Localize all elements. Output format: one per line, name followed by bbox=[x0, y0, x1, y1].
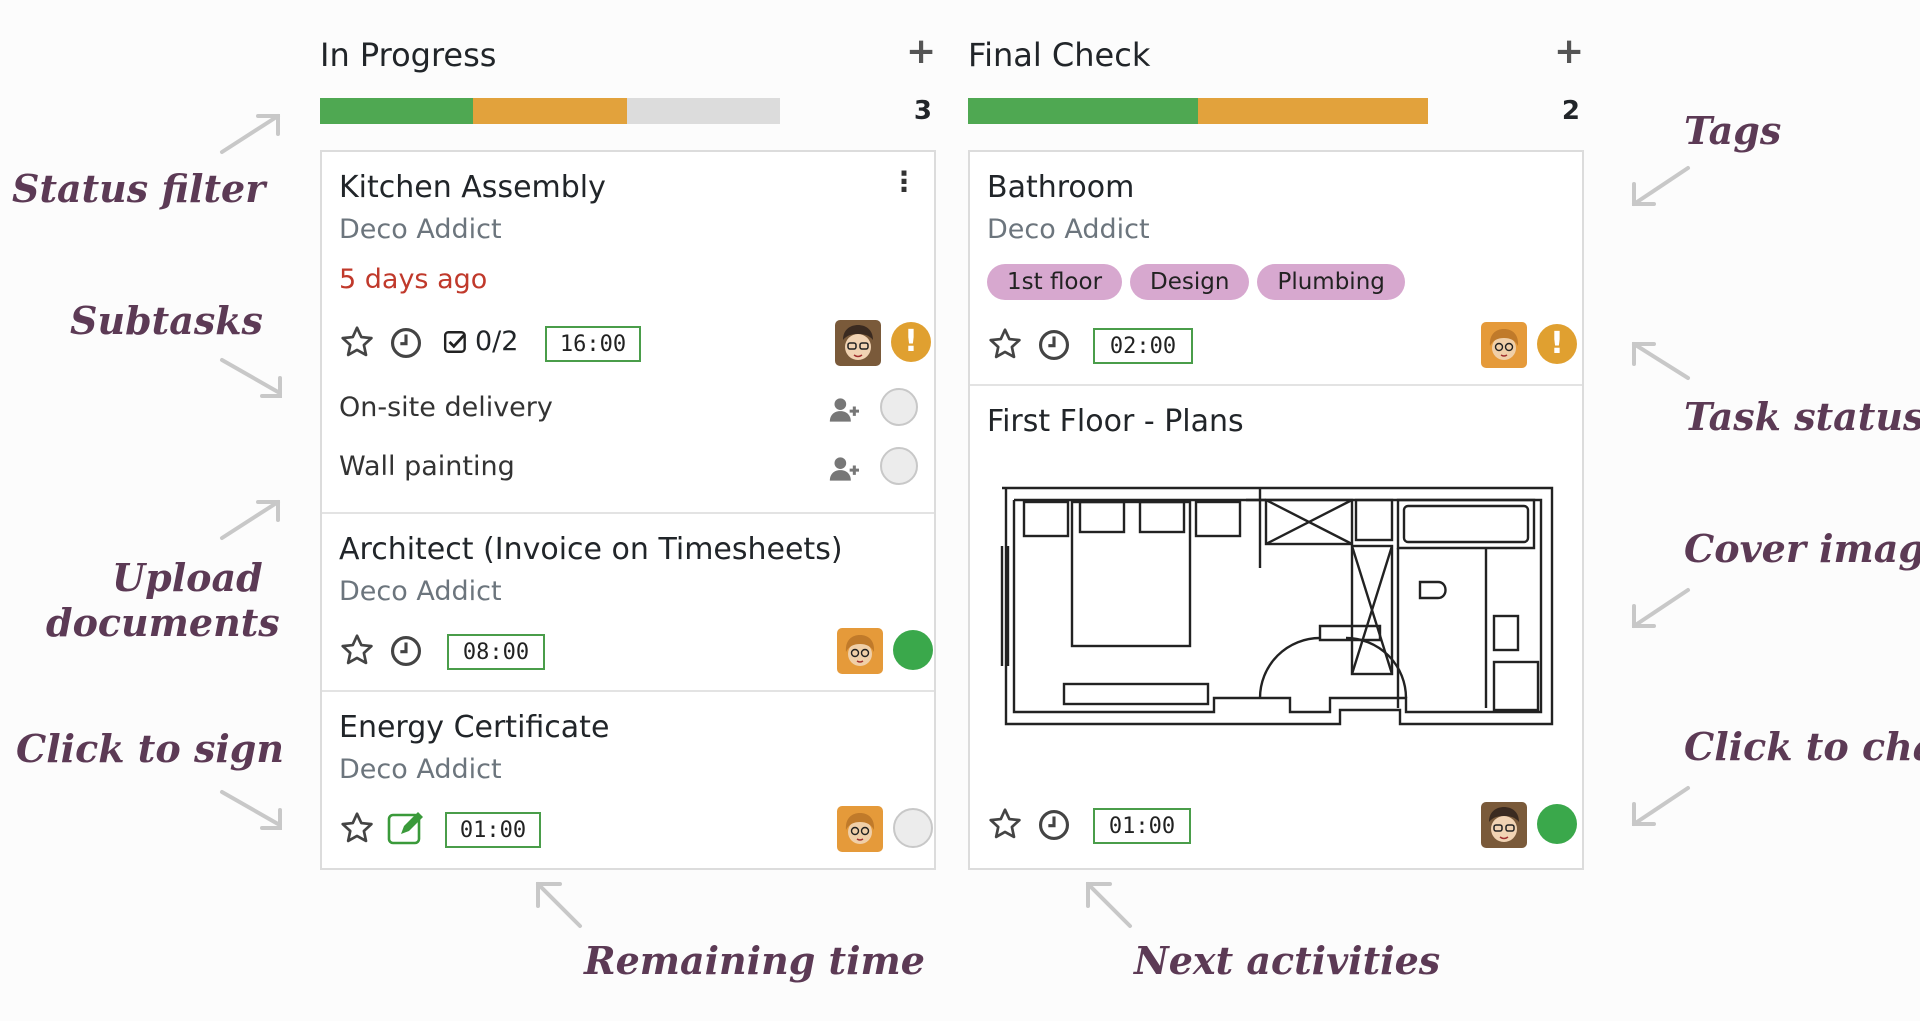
status-done-icon[interactable] bbox=[893, 630, 933, 670]
arrow-icon bbox=[1632, 786, 1690, 826]
tag[interactable]: 1st floor bbox=[987, 264, 1123, 300]
status-filter-done[interactable] bbox=[320, 98, 474, 124]
card-title: Energy Certificate bbox=[339, 710, 610, 745]
arrow-icon bbox=[1632, 342, 1690, 380]
card-footer: 02:00 ! bbox=[987, 326, 1577, 366]
tag[interactable]: Plumbing bbox=[1257, 264, 1405, 300]
remaining-time[interactable]: 01:00 bbox=[1093, 808, 1191, 844]
annotation-tags: Tags bbox=[1684, 108, 1782, 153]
status-filter-bar[interactable] bbox=[320, 98, 780, 124]
add-user-icon[interactable] bbox=[828, 396, 862, 424]
arrow-icon bbox=[220, 358, 282, 398]
card-title: Bathroom bbox=[987, 170, 1135, 205]
annotation-task-status: Task status bbox=[1684, 394, 1920, 439]
arrow-icon bbox=[220, 790, 282, 830]
arrow-icon bbox=[1632, 166, 1690, 206]
tag-list: 1st floor Design Plumbing bbox=[987, 264, 1405, 300]
arrow-icon bbox=[220, 500, 280, 540]
card-footer: 0/2 16:00 ! bbox=[339, 324, 931, 364]
star-icon[interactable] bbox=[987, 806, 1023, 842]
status-normal-icon[interactable] bbox=[893, 808, 933, 848]
remaining-time[interactable]: 16:00 bbox=[545, 326, 641, 362]
subtask-status[interactable] bbox=[880, 388, 918, 426]
annotation-status-filter: Status filter bbox=[12, 166, 266, 211]
kebab-menu-icon[interactable]: ⋮ bbox=[890, 168, 918, 196]
annotation-click-to-chat: Click to chat bbox=[1684, 724, 1920, 769]
card-list: Bathroom Deco Addict 1st floor Design Pl… bbox=[968, 150, 1584, 870]
avatar[interactable] bbox=[1481, 802, 1527, 848]
card-footer: 01:00 bbox=[339, 810, 933, 850]
remaining-time[interactable]: 08:00 bbox=[447, 634, 545, 670]
arrow-icon bbox=[220, 114, 280, 154]
subtask-item[interactable]: Wall painting bbox=[339, 447, 918, 491]
card-deadline: 5 days ago bbox=[339, 264, 488, 295]
sign-icon[interactable] bbox=[387, 810, 427, 846]
cover-image[interactable] bbox=[1000, 486, 1556, 734]
card-list: Kitchen Assembly ⋮ Deco Addict 5 days ag… bbox=[320, 150, 936, 870]
star-icon[interactable] bbox=[339, 632, 375, 668]
column-title: In Progress bbox=[320, 36, 497, 74]
column-count: 3 bbox=[913, 96, 932, 126]
subtask-count-label: 0/2 bbox=[475, 326, 519, 357]
task-card[interactable]: Energy Certificate Deco Addict 01:00 bbox=[322, 692, 934, 868]
subtask-label: Wall painting bbox=[339, 451, 515, 482]
annotation-remaining-time: Remaining time bbox=[584, 938, 925, 983]
subtask-label: On-site delivery bbox=[339, 392, 553, 423]
card-customer: Deco Addict bbox=[339, 576, 502, 607]
subtask-status[interactable] bbox=[880, 447, 918, 485]
status-filter-warning[interactable] bbox=[473, 98, 627, 124]
clock-icon[interactable] bbox=[389, 634, 423, 668]
status-filter-warning[interactable] bbox=[1198, 98, 1428, 124]
card-customer: Deco Addict bbox=[987, 214, 1150, 245]
arrow-icon bbox=[1086, 882, 1132, 928]
annotation-upload-documents: Upload bbox=[112, 555, 263, 600]
status-done-icon[interactable] bbox=[1537, 804, 1577, 844]
status-warning-icon[interactable]: ! bbox=[891, 322, 931, 362]
card-footer: 01:00 bbox=[987, 806, 1577, 846]
star-icon[interactable] bbox=[987, 326, 1023, 362]
status-filter-bar[interactable] bbox=[968, 98, 1428, 124]
annotation-cover-image: Cover image bbox=[1684, 526, 1920, 571]
subtask-item[interactable]: On-site delivery bbox=[339, 388, 918, 432]
clock-icon[interactable] bbox=[1037, 328, 1071, 362]
status-filter-done[interactable] bbox=[968, 98, 1198, 124]
avatar[interactable] bbox=[837, 628, 883, 674]
column-title: Final Check bbox=[968, 36, 1151, 74]
status-filter-normal[interactable] bbox=[626, 98, 780, 124]
remaining-time[interactable]: 01:00 bbox=[445, 812, 541, 848]
column-count: 2 bbox=[1561, 96, 1580, 126]
card-title: First Floor - Plans bbox=[987, 404, 1244, 439]
card-title: Architect (Invoice on Timesheets) bbox=[339, 532, 843, 567]
card-title: Kitchen Assembly bbox=[339, 170, 606, 205]
star-icon[interactable] bbox=[339, 810, 375, 846]
annotation-next-activities: Next activities bbox=[1134, 938, 1441, 983]
annotation-click-to-sign: Click to sign bbox=[16, 726, 284, 771]
arrow-icon bbox=[1632, 588, 1690, 628]
task-card[interactable]: First Floor - Plans 01:00 bbox=[970, 386, 1582, 868]
avatar[interactable] bbox=[837, 806, 883, 852]
card-customer: Deco Addict bbox=[339, 214, 502, 245]
task-card[interactable]: Kitchen Assembly ⋮ Deco Addict 5 days ag… bbox=[322, 152, 934, 514]
checkbox-icon bbox=[443, 330, 466, 353]
clock-icon[interactable] bbox=[1037, 808, 1071, 842]
add-user-icon[interactable] bbox=[828, 455, 862, 483]
star-icon[interactable] bbox=[339, 324, 375, 360]
clock-icon[interactable] bbox=[389, 326, 423, 360]
card-footer: 08:00 bbox=[339, 632, 933, 672]
card-customer: Deco Addict bbox=[339, 754, 502, 785]
avatar[interactable] bbox=[1481, 322, 1527, 368]
avatar[interactable] bbox=[835, 320, 881, 366]
task-card[interactable]: Bathroom Deco Addict 1st floor Design Pl… bbox=[970, 152, 1582, 386]
remaining-time[interactable]: 02:00 bbox=[1093, 328, 1193, 364]
status-warning-icon[interactable]: ! bbox=[1537, 324, 1577, 364]
plus-icon[interactable]: + bbox=[906, 34, 936, 70]
annotation-subtasks: Subtasks bbox=[70, 298, 263, 343]
arrow-icon bbox=[536, 882, 582, 928]
tag[interactable]: Design bbox=[1130, 264, 1250, 300]
subtask-counter[interactable]: 0/2 bbox=[443, 326, 518, 357]
annotation-upload-documents-2: documents bbox=[46, 600, 280, 645]
task-card[interactable]: Architect (Invoice on Timesheets) Deco A… bbox=[322, 514, 934, 692]
plus-icon[interactable]: + bbox=[1554, 34, 1584, 70]
